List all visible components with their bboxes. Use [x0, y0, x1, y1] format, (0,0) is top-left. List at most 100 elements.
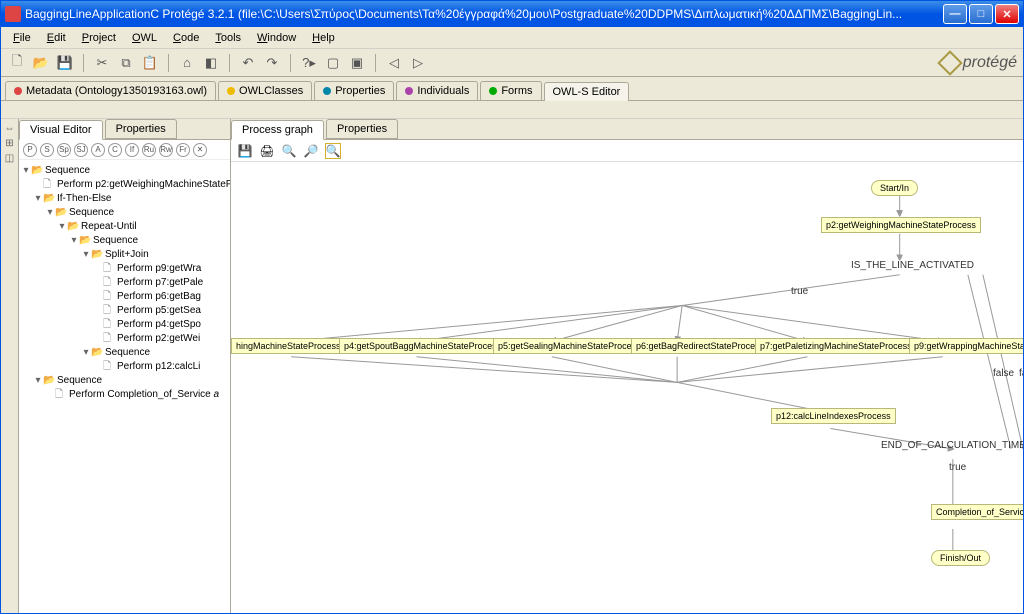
tab-visual-editor[interactable]: Visual Editor — [19, 120, 103, 140]
side-icon1[interactable]: ⇔ — [5, 123, 15, 134]
tab-owlclasses[interactable]: OWLClasses — [218, 81, 312, 100]
main-toolbar: 🗋 📂 💾 ✂ ⧉ 📋 ⌂ ◧ ↶ ↷ ?▸ ▢ ▣ ◁ ▷ protégé — [1, 49, 1023, 77]
tree-node: 🗋Perform p4:getSpo — [21, 318, 228, 332]
logo-shape-icon — [937, 50, 962, 75]
tree-node: ▾📂Sequence — [21, 346, 228, 360]
tab-metadata[interactable]: Metadata (Ontology1350193163.owl) — [5, 81, 216, 100]
tree-node: ▾📂Sequence — [21, 234, 228, 248]
side-icon2[interactable]: ⊞ — [5, 138, 13, 149]
menu-tools[interactable]: Tools — [207, 30, 249, 46]
menu-help[interactable]: Help — [304, 30, 343, 46]
left-pane: Visual Editor Properties P S Sp SJ A C I… — [19, 119, 231, 613]
new-icon[interactable]: 🗋 — [7, 53, 27, 73]
tree-node: 🗋Perform p2:getWei — [21, 332, 228, 346]
tab-properties-right[interactable]: Properties — [326, 119, 398, 139]
protege-logo: protégé — [941, 54, 1017, 72]
graph-zoomin-icon[interactable]: 🔎 — [303, 143, 319, 159]
node-row3[interactable]: p5:getSealingMachineStateProcess — [493, 338, 646, 354]
content-area: ⇔ ⊞ ◫ Visual Editor Properties P S Sp SJ… — [1, 119, 1023, 613]
tree-node: 🗋Perform p6:getBag — [21, 290, 228, 304]
nav-fwd-icon[interactable]: ▷ — [408, 53, 428, 73]
close-button[interactable]: ✕ — [995, 4, 1019, 24]
ibtn-sp[interactable]: Sp — [57, 143, 71, 157]
menu-project[interactable]: Project — [74, 30, 124, 46]
editor-icon-row: P S Sp SJ A C If Ru Rw Fr ✕ — [19, 140, 230, 160]
tree-node: 🗋Perform p5:getSea — [21, 304, 228, 318]
node-start[interactable]: Start/In — [871, 180, 918, 196]
ibtn-fr[interactable]: Fr — [176, 143, 190, 157]
ibtn-ru[interactable]: Ru — [142, 143, 156, 157]
tree-node: ▾📂Sequence — [21, 374, 228, 388]
ibtn-a[interactable]: A — [91, 143, 105, 157]
graph-canvas[interactable]: Start/In p2:getWeighingMachineStateProce… — [231, 162, 1023, 613]
ibtn-sj[interactable]: SJ — [74, 143, 88, 157]
graph-toolbar: 💾 🖨 🔍 🔎 🔍 — [231, 140, 1023, 162]
label-false: false — [993, 368, 1014, 379]
tab-owls-editor[interactable]: OWL-S Editor — [544, 82, 630, 101]
tree-node: 🗋Perform p12:calcLi — [21, 360, 228, 374]
save-icon[interactable]: 💾 — [55, 53, 75, 73]
tool1-icon[interactable]: ⌂ — [177, 53, 197, 73]
cut-icon[interactable]: ✂ — [92, 53, 112, 73]
tree-node: 🗋Perform p7:getPale — [21, 276, 228, 290]
minimize-button[interactable]: — — [943, 4, 967, 24]
tree-node: ▾📂Sequence — [21, 206, 228, 220]
label-cond2: END_OF_CALCULATION_TIME — [881, 440, 1023, 451]
ibtn-del[interactable]: ✕ — [193, 143, 207, 157]
side-panel: ⇔ ⊞ ◫ — [1, 119, 19, 613]
maximize-button[interactable]: □ — [969, 4, 993, 24]
node-row5[interactable]: p7:getPaletizingMachineStateProcess — [755, 338, 917, 354]
node-completion[interactable]: Completion_of_Service — [931, 504, 1023, 520]
tab-process-graph[interactable]: Process graph — [231, 120, 324, 140]
tab-forms[interactable]: Forms — [480, 81, 541, 100]
tool3-icon[interactable]: ▢ — [323, 53, 343, 73]
menu-owl[interactable]: OWL — [124, 30, 165, 46]
graph-print-icon[interactable]: 🖨 — [259, 143, 275, 159]
label-false2: false — [1019, 368, 1023, 379]
left-tabs: Visual Editor Properties — [19, 119, 230, 140]
open-icon[interactable]: 📂 — [31, 53, 51, 73]
node-row2[interactable]: p4:getSpoutBaggMachineStateProcess — [339, 338, 506, 354]
menu-file[interactable]: File — [5, 30, 39, 46]
tab-properties[interactable]: Properties — [314, 81, 394, 100]
tab-individuals[interactable]: Individuals — [396, 81, 478, 100]
tab-properties-left[interactable]: Properties — [105, 119, 177, 139]
node-row6[interactable]: p9:getWrappingMachineStateProcess — [909, 338, 1023, 354]
label-cond1: IS_THE_LINE_ACTIVATED — [851, 260, 974, 271]
menubar: File Edit Project OWL Code Tools Window … — [1, 27, 1023, 49]
label-true: true — [791, 286, 808, 297]
node-row1[interactable]: hingMachineStateProcess — [231, 338, 346, 354]
ibtn-rw[interactable]: Rw — [159, 143, 173, 157]
node-finish[interactable]: Finish/Out — [931, 550, 990, 566]
graph-zoomfit-icon[interactable]: 🔍 — [325, 143, 341, 159]
tool4-icon[interactable]: ▣ — [347, 53, 367, 73]
node-p12[interactable]: p12:calcLineIndexesProcess — [771, 408, 896, 424]
tree-node: ▾📂Split+Join — [21, 248, 228, 262]
menu-edit[interactable]: Edit — [39, 30, 74, 46]
process-tree[interactable]: ▾📂Sequence 🗋Perform p2:getWeighingMachin… — [19, 160, 230, 613]
window-title: BaggingLineApplicationC Protégé 3.2.1 (f… — [25, 7, 943, 21]
node-row4[interactable]: p6:getBagRedirectStateProcess — [631, 338, 769, 354]
menu-window[interactable]: Window — [249, 30, 304, 46]
ibtn-if[interactable]: If — [125, 143, 139, 157]
menu-code[interactable]: Code — [165, 30, 207, 46]
ibtn-c[interactable]: C — [108, 143, 122, 157]
app-window: BaggingLineApplicationC Protégé 3.2.1 (f… — [0, 0, 1024, 614]
ibtn-p[interactable]: P — [23, 143, 37, 157]
side-icon3[interactable]: ◫ — [5, 153, 14, 164]
tool2-icon[interactable]: ◧ — [201, 53, 221, 73]
app-icon — [5, 6, 21, 22]
label-true2: true — [949, 462, 966, 473]
tree-node: 🗋Perform p2:getWeighingMachineStatePr — [21, 178, 228, 192]
graph-zoomout-icon[interactable]: 🔍 — [281, 143, 297, 159]
paste-icon[interactable]: 📋 — [140, 53, 160, 73]
copy-icon[interactable]: ⧉ — [116, 53, 136, 73]
right-tabs: Process graph Properties — [231, 119, 1023, 140]
redo-icon[interactable]: ↷ — [262, 53, 282, 73]
graph-save-icon[interactable]: 💾 — [237, 143, 253, 159]
node-p2[interactable]: p2:getWeighingMachineStateProcess — [821, 217, 981, 233]
nav-back-icon[interactable]: ◁ — [384, 53, 404, 73]
undo-icon[interactable]: ↶ — [238, 53, 258, 73]
query-icon[interactable]: ?▸ — [299, 53, 319, 73]
ibtn-s[interactable]: S — [40, 143, 54, 157]
